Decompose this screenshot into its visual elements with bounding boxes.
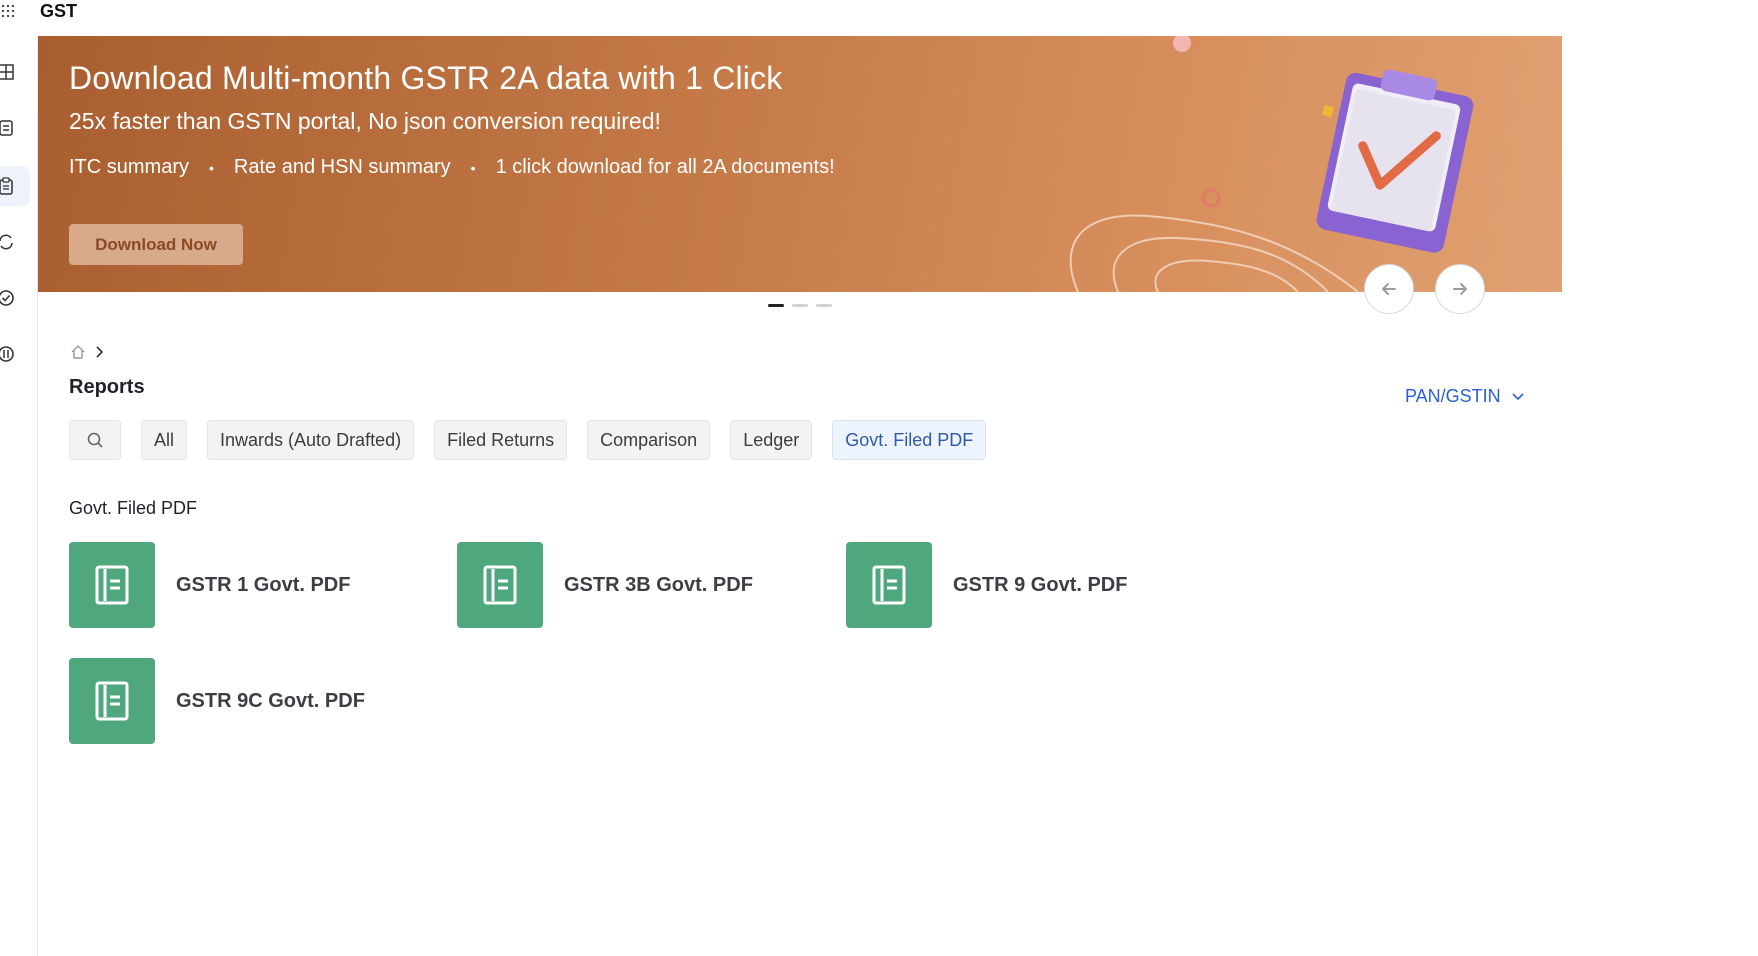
- download-now-button[interactable]: Download Now: [69, 224, 243, 265]
- sync-icon: [0, 234, 13, 250]
- clipboard-icon: [0, 177, 13, 195]
- carousel-next-button[interactable]: [1435, 264, 1485, 314]
- banner-features: ITC summary • Rate and HSN summary • 1 c…: [69, 156, 835, 179]
- report-card-label: GSTR 3B Govt. PDF: [564, 573, 753, 596]
- chevron-right-icon: [96, 346, 104, 358]
- sidebar-item-settlement[interactable]: [0, 334, 30, 374]
- left-sidebar: [0, 36, 38, 956]
- app-title: GST: [40, 1, 78, 21]
- filter-ledger[interactable]: Ledger: [730, 420, 813, 460]
- report-card-label: GSTR 9C Govt. PDF: [176, 689, 365, 712]
- promo-banner: Download Multi-month GSTR 2A data with 1…: [38, 36, 1562, 292]
- report-card-gstr9[interactable]: GSTR 9 Govt. PDF: [846, 542, 1127, 628]
- chevron-down-icon: [1512, 392, 1524, 400]
- check-circle-icon: [0, 290, 14, 306]
- section-title: Govt. Filed PDF: [69, 498, 198, 518]
- apps-grid-icon[interactable]: [0, 2, 20, 22]
- banner-feature: 1 click download for all 2A documents!: [495, 156, 835, 178]
- carousel-dot[interactable]: [816, 304, 832, 307]
- report-filters: All Inwards (Auto Drafted) Filed Returns…: [69, 420, 987, 460]
- search-button[interactable]: [69, 420, 121, 460]
- breadcrumb: [70, 344, 106, 360]
- document-icon: [69, 542, 155, 628]
- carousel-indicator: [768, 304, 832, 307]
- filter-comparison[interactable]: Comparison: [587, 420, 711, 460]
- arrow-right-icon: [1453, 283, 1467, 295]
- transfer-circle-icon: [0, 346, 14, 362]
- carousel-dot[interactable]: [768, 304, 784, 307]
- sidebar-item-returns[interactable]: [0, 108, 30, 148]
- filter-filed-returns[interactable]: Filed Returns: [434, 420, 568, 460]
- inbox-icon: [0, 120, 13, 136]
- feature-separator: •: [470, 159, 476, 176]
- banner-illustration: [1069, 36, 1474, 292]
- banner-feature: Rate and HSN summary: [233, 156, 451, 178]
- sidebar-item-verify[interactable]: [0, 278, 30, 318]
- pan-gstin-dropdown[interactable]: PAN/GSTIN: [1405, 386, 1525, 407]
- filter-all[interactable]: All: [141, 420, 188, 460]
- pan-gstin-label: PAN/GSTIN: [1405, 386, 1501, 406]
- filter-inwards[interactable]: Inwards (Auto Drafted): [207, 420, 415, 460]
- banner-feature: ITC summary: [69, 156, 189, 178]
- top-bar: GST: [0, 0, 1758, 36]
- arrow-left-icon: [1382, 283, 1396, 295]
- carousel-dot[interactable]: [792, 304, 808, 307]
- carousel-prev-button[interactable]: [1364, 264, 1414, 314]
- search-icon: [87, 432, 103, 448]
- sidebar-item-dashboard[interactable]: [0, 52, 30, 92]
- document-icon: [69, 658, 155, 744]
- home-icon[interactable]: [70, 344, 86, 360]
- report-card-gstr9c[interactable]: GSTR 9C Govt. PDF: [69, 658, 365, 744]
- document-icon: [457, 542, 543, 628]
- feature-separator: •: [209, 159, 214, 176]
- sidebar-item-reports[interactable]: [0, 166, 30, 206]
- report-card-label: GSTR 9 Govt. PDF: [953, 573, 1128, 596]
- filter-govt-filed-pdf[interactable]: Govt. Filed PDF: [832, 420, 987, 460]
- report-card-gstr1[interactable]: GSTR 1 Govt. PDF: [69, 542, 350, 628]
- banner-subtitle: 25x faster than GSTN portal, No json con…: [69, 108, 661, 134]
- report-card-label: GSTR 1 Govt. PDF: [176, 573, 351, 596]
- sidebar-item-reconcile[interactable]: [0, 222, 30, 262]
- page-title: Reports: [69, 376, 145, 398]
- banner-title: Download Multi-month GSTR 2A data with 1…: [69, 60, 783, 96]
- document-icon: [846, 542, 932, 628]
- report-card-gstr3b[interactable]: GSTR 3B Govt. PDF: [457, 542, 753, 628]
- grid-icon: [0, 64, 14, 80]
